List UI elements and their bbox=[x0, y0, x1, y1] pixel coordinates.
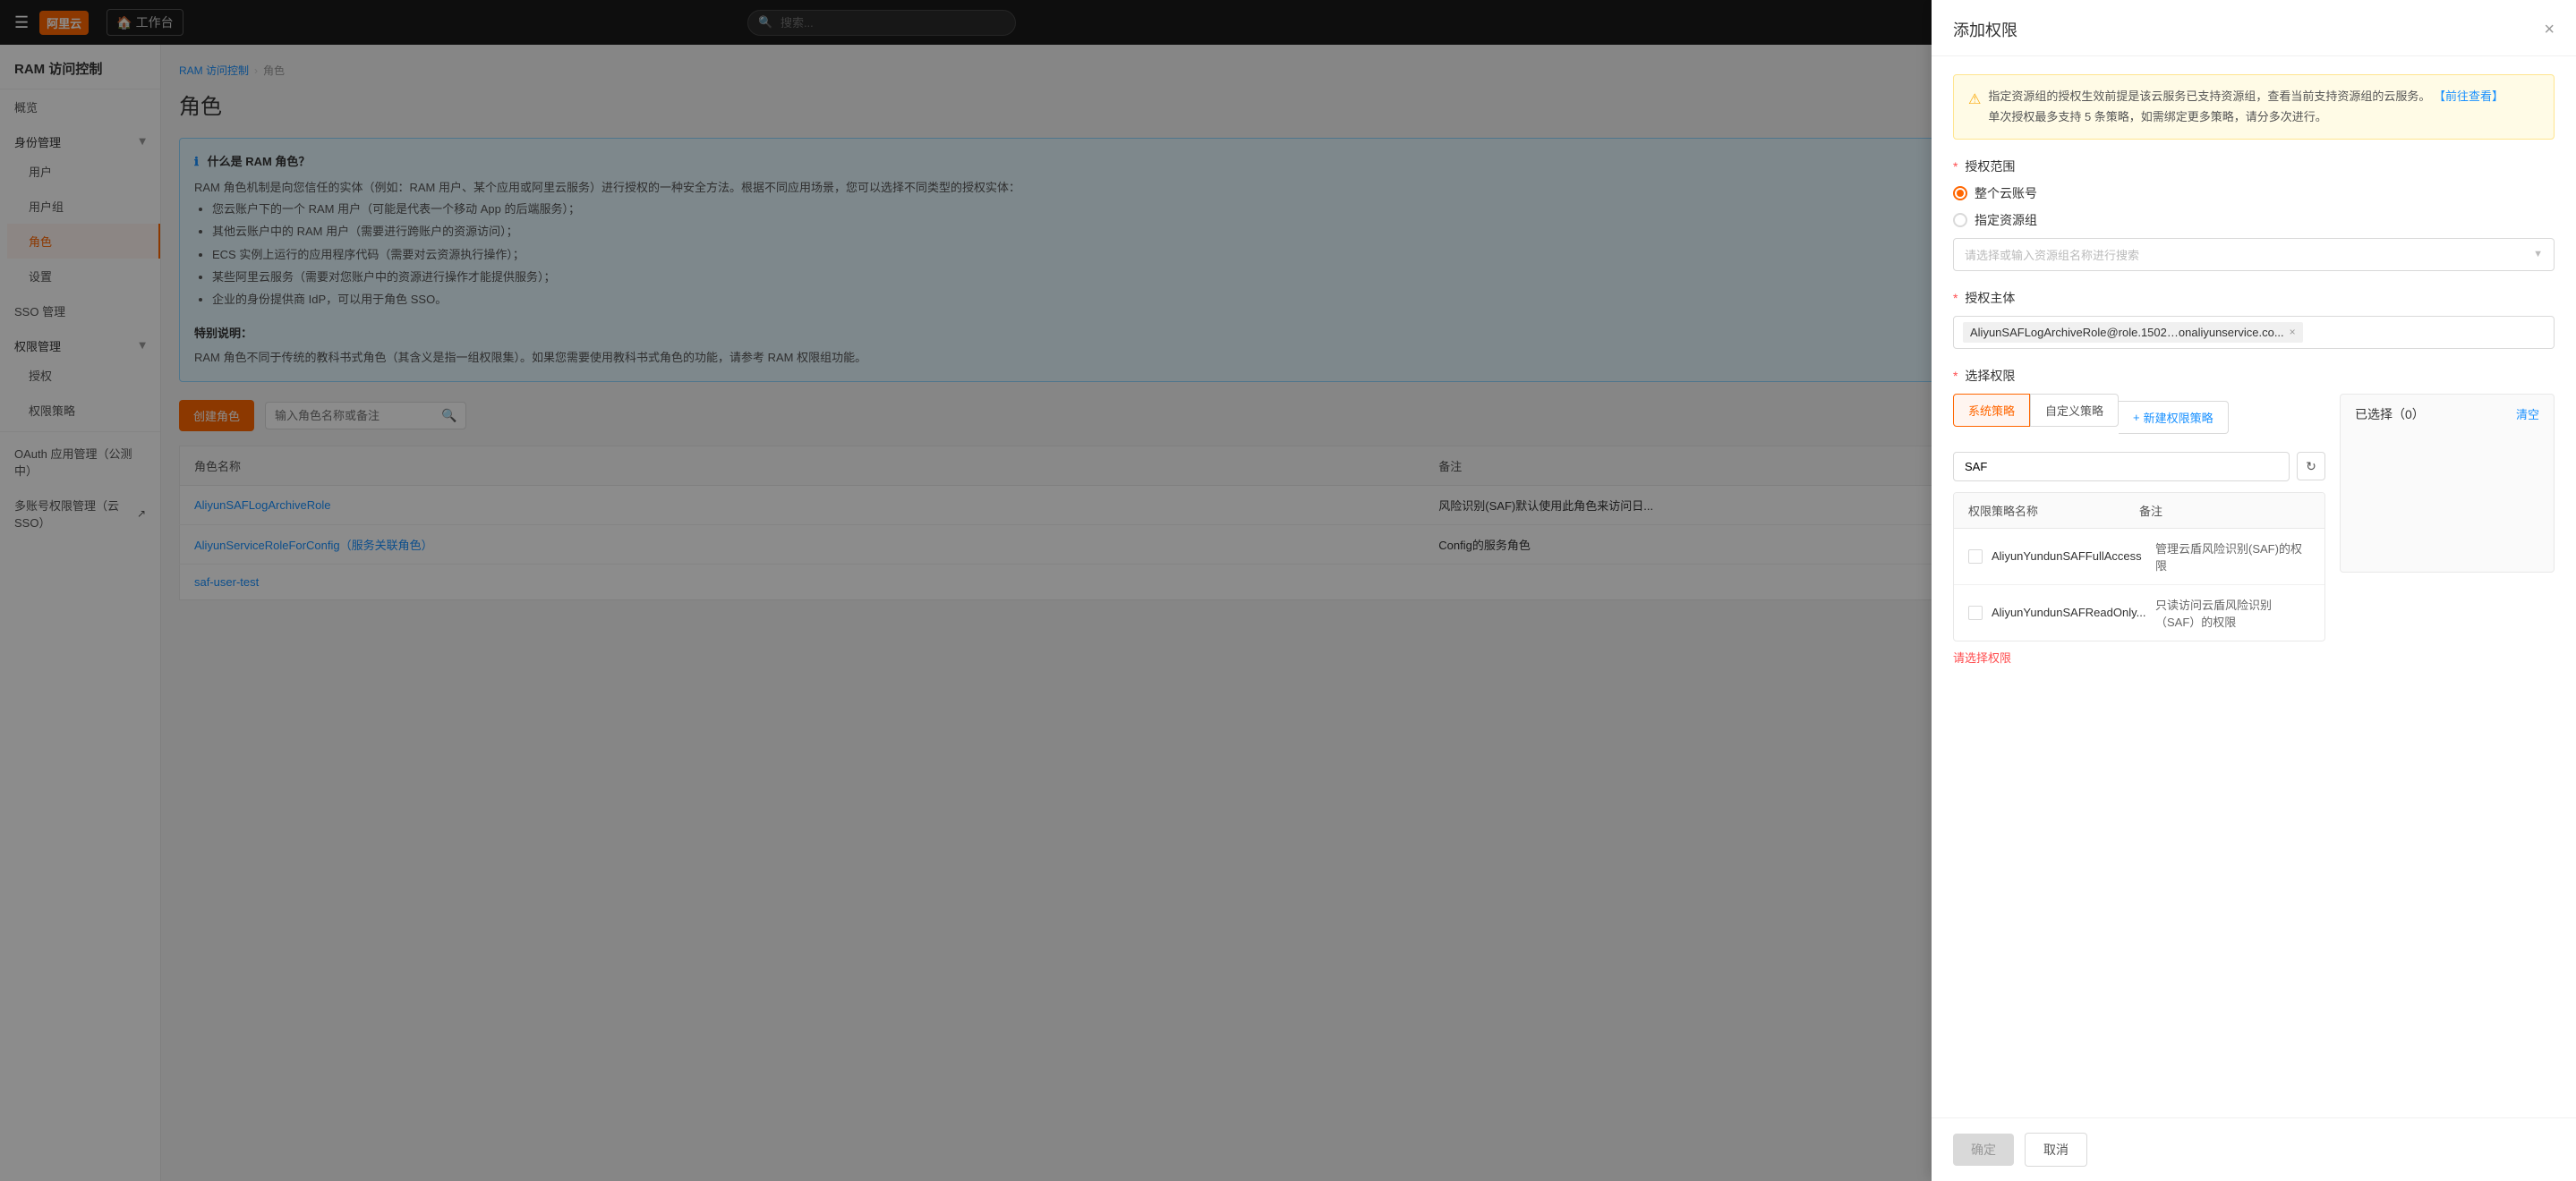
drawer-alert-link[interactable]: 【前往查看】 bbox=[2434, 89, 2503, 103]
drawer-footer: 确定 取消 bbox=[1932, 1117, 2576, 1181]
scope-resource-group[interactable]: 指定资源组 bbox=[1953, 211, 2555, 229]
perm-tabs: 系统策略 自定义策略 bbox=[1953, 394, 2119, 427]
alert-warning-icon: ⚠ bbox=[1968, 88, 1981, 128]
tab-custom-policy[interactable]: 自定义策略 bbox=[2030, 394, 2119, 427]
policy-name-1: AliyunYundunSAFFullAccess bbox=[1992, 549, 2146, 563]
policy-table: 权限策略名称 备注 AliyunYundunSAFFullAccess 管理云盾… bbox=[1953, 492, 2325, 641]
select-arrow-icon: ▼ bbox=[2533, 249, 2543, 259]
policy-note-2: 只读访问云盾风险识别（SAF）的权限 bbox=[2155, 596, 2310, 630]
scope-resource-group-label: 指定资源组 bbox=[1975, 211, 2037, 229]
scope-form-group: * 授权范围 整个云账号 指定资源组 请选择或输入资源组名称进行搜索 ▼ bbox=[1953, 157, 2555, 271]
scope-whole-account[interactable]: 整个云账号 bbox=[1953, 184, 2555, 202]
tab-system-policy[interactable]: 系统策略 bbox=[1953, 394, 2030, 427]
drawer-title: 添加权限 bbox=[1953, 18, 2017, 41]
perm-right-panel: 已选择（0） 清空 bbox=[2340, 394, 2555, 666]
principal-tag-value: AliyunSAFLogArchiveRole@role.1502…onaliy… bbox=[1970, 326, 2284, 339]
drawer-alert-text2: 单次授权最多支持 5 条策略，如需绑定更多策略，请分多次进行。 bbox=[1988, 110, 2326, 123]
policy-search-input[interactable] bbox=[1953, 452, 2290, 481]
resource-group-select[interactable]: 请选择或输入资源组名称进行搜索 ▼ bbox=[1953, 238, 2555, 271]
selected-clear-button[interactable]: 清空 bbox=[2516, 405, 2539, 422]
refresh-icon: ↻ bbox=[2306, 459, 2316, 474]
scope-label: * 授权范围 bbox=[1953, 157, 2555, 175]
policy-checkbox-2[interactable] bbox=[1968, 606, 1983, 620]
policy-row-1[interactable]: AliyunYundunSAFFullAccess 管理云盾风险识别(SAF)的… bbox=[1954, 529, 2324, 585]
scope-radio-group: 整个云账号 指定资源组 bbox=[1953, 184, 2555, 229]
policy-name-2: AliyunYundunSAFReadOnly... bbox=[1992, 606, 2146, 619]
drawer-alert-text: 指定资源组的授权生效前提是该云服务已支持资源组，查看当前支持资源组的云服务。 【… bbox=[1988, 86, 2503, 128]
permission-label: * 选择权限 bbox=[1953, 367, 2555, 385]
cancel-button[interactable]: 取消 bbox=[2025, 1133, 2087, 1167]
new-policy-button[interactable]: + 新建权限策略 bbox=[2119, 401, 2229, 434]
selected-count-label: 已选择（0） bbox=[2355, 405, 2425, 423]
permission-form-group: * 选择权限 系统策略 自定义策略 + 新建权限策略 bbox=[1953, 367, 2555, 666]
perm-tabs-row: 系统策略 自定义策略 + 新建权限策略 bbox=[1953, 394, 2325, 441]
policy-table-header: 权限策略名称 备注 bbox=[1954, 493, 2324, 529]
policy-checkbox-1[interactable] bbox=[1968, 549, 1983, 564]
scope-resource-group-radio bbox=[1953, 213, 1967, 227]
policy-refresh-button[interactable]: ↻ bbox=[2297, 452, 2325, 480]
drawer-body: ⚠ 指定资源组的授权生效前提是该云服务已支持资源组，查看当前支持资源组的云服务。… bbox=[1932, 56, 2576, 1117]
policy-col-note-header: 备注 bbox=[2139, 502, 2310, 519]
policy-col-name-header: 权限策略名称 bbox=[1968, 502, 2139, 519]
drawer-close-button[interactable]: × bbox=[2544, 21, 2555, 38]
principal-form-group: * 授权主体 AliyunSAFLogArchiveRole@role.1502… bbox=[1953, 289, 2555, 349]
scope-whole-account-radio bbox=[1953, 186, 1967, 200]
drawer-alert: ⚠ 指定资源组的授权生效前提是该云服务已支持资源组，查看当前支持资源组的云服务。… bbox=[1953, 74, 2555, 140]
policy-row-2[interactable]: AliyunYundunSAFReadOnly... 只读访问云盾风险识别（SA… bbox=[1954, 585, 2324, 641]
perm-left-panel: 系统策略 自定义策略 + 新建权限策略 ↻ bbox=[1953, 394, 2325, 666]
new-policy-label: 新建权限策略 bbox=[2144, 409, 2213, 426]
selected-panel: 已选择（0） 清空 bbox=[2340, 394, 2555, 573]
plus-icon: + bbox=[2133, 411, 2140, 424]
confirm-button[interactable]: 确定 bbox=[1953, 1134, 2014, 1166]
policy-note-1: 管理云盾风险识别(SAF)的权限 bbox=[2155, 540, 2310, 574]
principal-field: AliyunSAFLogArchiveRole@role.1502…onaliy… bbox=[1953, 316, 2555, 349]
permission-required: * bbox=[1953, 369, 1958, 383]
principal-required: * bbox=[1953, 291, 1958, 305]
policy-search-area: ↻ bbox=[1953, 452, 2325, 481]
principal-label: * 授权主体 bbox=[1953, 289, 2555, 307]
scope-whole-account-label: 整个云账号 bbox=[1975, 184, 2037, 202]
permission-columns: 系统策略 自定义策略 + 新建权限策略 ↻ bbox=[1953, 394, 2555, 666]
resource-group-placeholder: 请选择或输入资源组名称进行搜索 bbox=[1965, 246, 2139, 263]
selected-panel-header: 已选择（0） 清空 bbox=[2355, 405, 2539, 423]
drawer-header: 添加权限 × bbox=[1932, 0, 2576, 56]
scope-required: * bbox=[1953, 159, 1958, 174]
principal-tag: AliyunSAFLogArchiveRole@role.1502…onaliy… bbox=[1963, 322, 2303, 343]
add-permission-drawer: 添加权限 × ⚠ 指定资源组的授权生效前提是该云服务已支持资源组，查看当前支持资… bbox=[1932, 0, 2576, 1181]
please-select-hint: 请选择权限 bbox=[1953, 649, 2325, 666]
principal-tag-close[interactable]: × bbox=[2290, 326, 2296, 338]
